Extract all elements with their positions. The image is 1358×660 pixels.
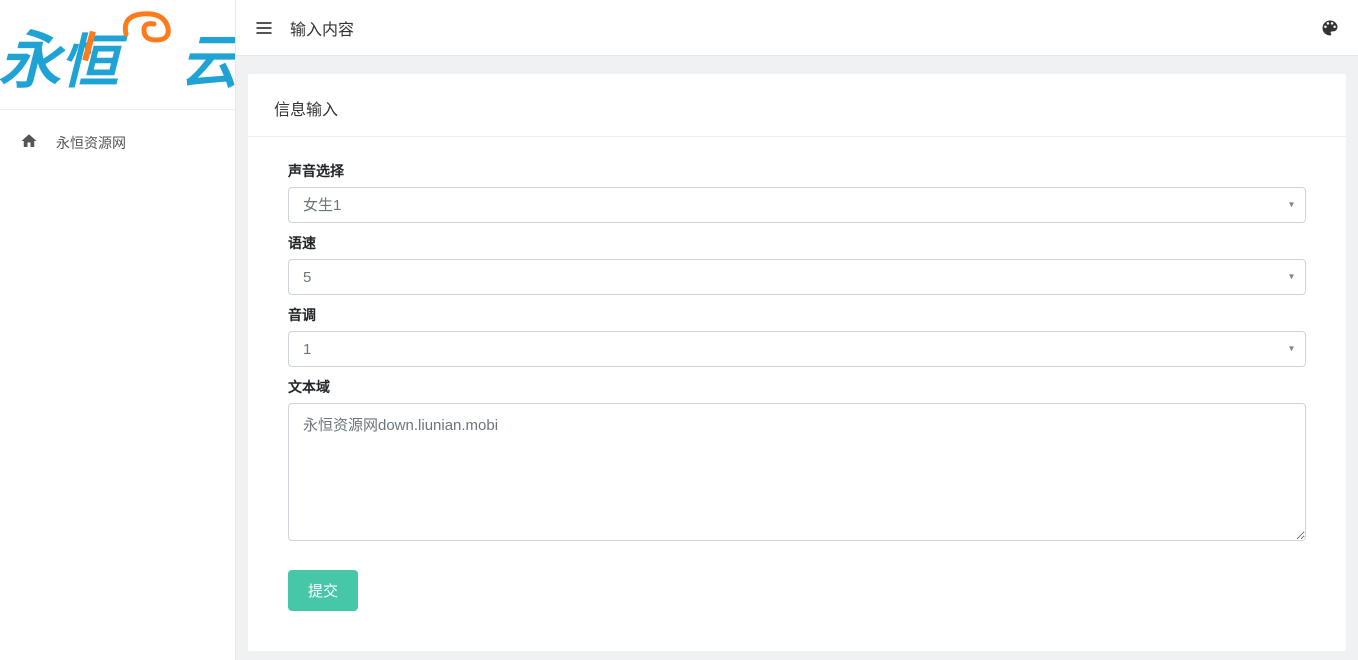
card-header: 信息输入 [248, 74, 1346, 136]
speed-label: 语速 [288, 233, 1306, 253]
page-title: 输入内容 [290, 16, 354, 40]
sidebar-item-label: 永恒资源网 [56, 133, 126, 153]
content-textarea[interactable] [288, 403, 1306, 541]
logo-char-2: 恒 [61, 15, 117, 99]
logo-char-1: 永 [0, 10, 59, 100]
palette-icon[interactable] [1320, 18, 1340, 38]
pitch-label: 音调 [288, 305, 1306, 325]
speed-select[interactable]: 5 [288, 259, 1306, 295]
sidebar-item-home[interactable]: 永恒资源网 [0, 120, 235, 165]
menu-toggle-icon[interactable] [254, 18, 274, 38]
textarea-label: 文本域 [288, 377, 1306, 397]
logo-swirl-icon [119, 24, 179, 82]
form-card: 信息输入 声音选择 女生1 语速 [248, 74, 1346, 651]
voice-label: 声音选择 [288, 161, 1306, 181]
logo-char-3: 云 [181, 15, 235, 99]
pitch-select[interactable]: 1 [288, 331, 1306, 367]
sidebar-nav: 永恒资源网 [0, 110, 235, 175]
logo: 永 恒 云 [0, 0, 235, 110]
topbar: 输入内容 [236, 0, 1358, 56]
sidebar: 永 恒 云 永恒资源网 [0, 0, 236, 660]
submit-button[interactable]: 提交 [288, 570, 358, 611]
voice-select[interactable]: 女生1 [288, 187, 1306, 223]
home-icon [20, 132, 38, 153]
